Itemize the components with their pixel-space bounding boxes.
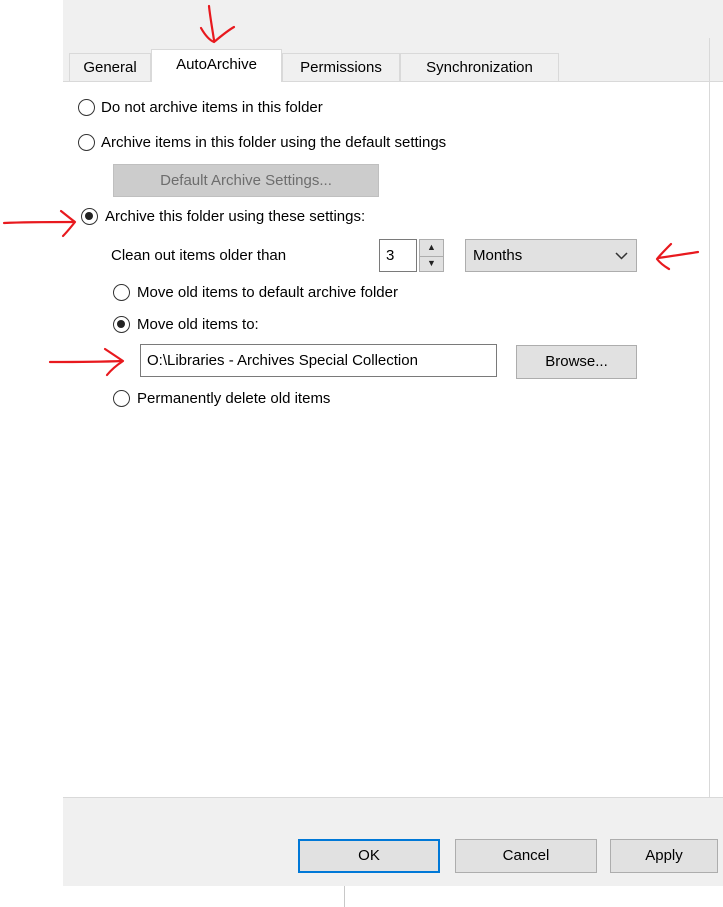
these-settings-label[interactable]: Archive this folder using these settings… xyxy=(105,208,365,226)
clean-out-spinner[interactable]: ▲ ▼ xyxy=(419,239,444,272)
window-bottom-edge xyxy=(63,886,723,907)
delete-radio[interactable] xyxy=(113,390,130,407)
clean-out-value-input[interactable]: 3 xyxy=(379,239,417,272)
move-default-radio[interactable] xyxy=(113,284,130,301)
apply-button-label: Apply xyxy=(645,847,683,864)
tab-permissions[interactable]: Permissions xyxy=(282,53,400,81)
cancel-button[interactable]: Cancel xyxy=(455,839,597,873)
tab-synchronization-label: Synchronization xyxy=(426,59,533,76)
default-archive-settings-button[interactable]: Default Archive Settings... xyxy=(113,164,379,197)
cancel-button-label: Cancel xyxy=(502,847,550,864)
archive-path-input[interactable]: O:\Libraries - Archives Special Collecti… xyxy=(140,344,497,377)
default-archive-settings-button-label: Default Archive Settings... xyxy=(160,172,332,189)
period-select-value: Months xyxy=(473,247,523,264)
apply-button[interactable]: Apply xyxy=(610,839,718,873)
tab-synchronization[interactable]: Synchronization xyxy=(400,53,559,81)
period-select[interactable]: Months xyxy=(465,239,637,272)
default-settings-label[interactable]: Archive items in this folder using the d… xyxy=(101,134,446,152)
move-to-radio[interactable] xyxy=(113,316,130,333)
tab-general-label: General xyxy=(83,59,137,76)
clean-out-label: Clean out items older than xyxy=(111,247,287,264)
window-divider xyxy=(344,886,345,907)
browse-button-label: Browse... xyxy=(545,353,608,370)
default-settings-radio[interactable] xyxy=(78,134,95,151)
move-to-label[interactable]: Move old items to: xyxy=(137,316,259,334)
no-archive-radio[interactable] xyxy=(78,99,95,116)
delete-label[interactable]: Permanently delete old items xyxy=(137,390,330,408)
spin-down-icon[interactable]: ▼ xyxy=(420,256,443,272)
tab-general[interactable]: General xyxy=(69,53,151,81)
tab-autoarchive-label: AutoArchive xyxy=(176,56,257,73)
browse-button[interactable]: Browse... xyxy=(516,345,637,379)
tab-permissions-label: Permissions xyxy=(300,59,382,76)
spin-up-icon[interactable]: ▲ xyxy=(420,240,443,256)
chevron-down-icon xyxy=(615,252,628,260)
tab-autoarchive[interactable]: AutoArchive xyxy=(151,49,282,82)
ok-button[interactable]: OK xyxy=(298,839,440,873)
no-archive-label[interactable]: Do not archive items in this folder xyxy=(101,99,323,117)
move-default-label[interactable]: Move old items to default archive folder xyxy=(137,284,398,302)
ok-button-label: OK xyxy=(358,847,380,864)
panel-right-border xyxy=(709,38,710,798)
these-settings-radio[interactable] xyxy=(81,208,98,225)
